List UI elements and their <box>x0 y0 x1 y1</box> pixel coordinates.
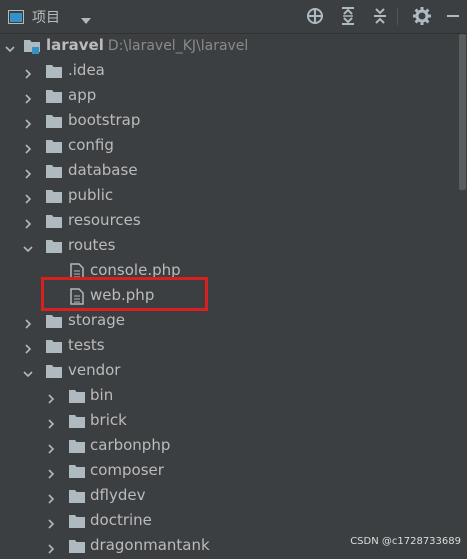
chevron-down-icon[interactable] <box>22 240 34 259</box>
watermark: CSDN @c1728733689 <box>350 536 461 547</box>
tree-item-label: routes <box>68 236 116 254</box>
chevron-right-icon[interactable] <box>22 165 34 184</box>
folder-icon <box>68 488 86 508</box>
tree-item-label: carbonphp <box>90 436 171 454</box>
tree-item-label: .idea <box>68 61 105 79</box>
root-path: D:\laravel_KJ\laravel <box>107 38 249 54</box>
tree-item-label: storage <box>68 311 125 329</box>
tree-item-label: database <box>68 161 138 179</box>
toolbar-separator <box>397 8 398 25</box>
chevron-right-icon[interactable] <box>22 90 34 109</box>
folder-icon <box>45 138 63 158</box>
tree-folder-vendor[interactable]: vendor <box>0 359 457 384</box>
tree-item-label: bootstrap <box>68 111 141 129</box>
folder-icon <box>68 538 86 558</box>
project-window-icon <box>8 9 24 28</box>
minimize-icon[interactable] <box>443 6 463 26</box>
chevron-right-icon[interactable] <box>45 390 57 409</box>
folder-icon <box>45 313 63 333</box>
tree-root-laravel[interactable]: laravel D:\laravel_KJ\laravel <box>0 34 457 59</box>
chevron-right-icon[interactable] <box>22 315 34 334</box>
tree-folder-dflydev[interactable]: dflydev <box>0 484 457 509</box>
chevron-down-icon[interactable] <box>4 40 16 59</box>
tree-folder-tests[interactable]: tests <box>0 334 457 359</box>
folder-icon <box>68 413 86 433</box>
folder-icon <box>45 163 63 183</box>
folder-icon <box>45 363 63 383</box>
tree-item-label: doctrine <box>90 511 152 529</box>
tree-item-label: config <box>68 136 114 154</box>
folder-icon <box>45 88 63 108</box>
chevron-right-icon[interactable] <box>45 415 57 434</box>
scrollbar-thumb[interactable] <box>459 34 466 190</box>
tree-folder-routes[interactable]: routes <box>0 234 457 259</box>
tree-folder-config[interactable]: config <box>0 134 457 159</box>
chevron-right-icon[interactable] <box>45 465 57 484</box>
folder-icon <box>45 238 63 258</box>
tree-folder-idea[interactable]: .idea <box>0 59 457 84</box>
tree-folder-brick[interactable]: brick <box>0 409 457 434</box>
tree-folder-public[interactable]: public <box>0 184 457 209</box>
tree-folder-bootstrap[interactable]: bootstrap <box>0 109 457 134</box>
tree-item-label: brick <box>90 411 127 429</box>
tree-item-label: dflydev <box>90 486 146 504</box>
highlight-box <box>41 277 208 311</box>
tree-folder-carbonphp[interactable]: carbonphp <box>0 434 457 459</box>
expand-all-icon[interactable] <box>338 6 358 26</box>
chevron-right-icon[interactable] <box>22 215 34 234</box>
tree-item-label: resources <box>68 211 141 229</box>
tree-folder-resources[interactable]: resources <box>0 209 457 234</box>
tree-item-label: tests <box>68 336 105 354</box>
tree-item-label: dragonmantank <box>90 536 210 554</box>
chevron-down-icon[interactable] <box>22 365 34 384</box>
tree-folder-bin[interactable]: bin <box>0 384 457 409</box>
root-name: laravel <box>46 36 104 54</box>
tree-item-label: composer <box>90 461 164 479</box>
tree-folder-storage[interactable]: storage <box>0 309 457 334</box>
tree-item-label: bin <box>90 386 114 404</box>
gear-icon[interactable] <box>412 6 432 26</box>
folder-icon <box>45 338 63 358</box>
folder-icon <box>45 63 63 83</box>
chevron-right-icon[interactable] <box>22 340 34 359</box>
panel-title: 项目 <box>32 10 60 26</box>
folder-icon <box>68 463 86 483</box>
folder-icon <box>68 438 86 458</box>
chevron-right-icon[interactable] <box>22 140 34 159</box>
tree-item-label: vendor <box>68 361 121 379</box>
folder-icon <box>68 513 86 533</box>
tree-item-label: app <box>68 86 97 104</box>
chevron-right-icon[interactable] <box>45 540 57 559</box>
locate-icon[interactable] <box>305 6 325 26</box>
tree-folder-database[interactable]: database <box>0 159 457 184</box>
folder-icon <box>68 388 86 408</box>
tree-folder-doctrine[interactable]: doctrine <box>0 509 457 534</box>
chevron-right-icon[interactable] <box>22 190 34 209</box>
chevron-right-icon[interactable] <box>22 115 34 134</box>
chevron-down-icon[interactable] <box>80 11 92 30</box>
chevron-right-icon[interactable] <box>22 65 34 84</box>
vertical-scrollbar[interactable] <box>457 34 467 553</box>
tree-folder-app[interactable]: app <box>0 84 457 109</box>
folder-icon <box>45 113 63 133</box>
chevron-right-icon[interactable] <box>45 440 57 459</box>
tree-folder-composer[interactable]: composer <box>0 459 457 484</box>
folder-icon <box>45 213 63 233</box>
tree-item-label: public <box>68 186 114 204</box>
project-tool-window-header: 项目 <box>0 0 467 34</box>
chevron-right-icon[interactable] <box>45 515 57 534</box>
chevron-right-icon[interactable] <box>45 490 57 509</box>
module-folder-icon <box>23 37 41 59</box>
folder-icon <box>45 188 63 208</box>
collapse-all-icon[interactable] <box>370 6 390 26</box>
